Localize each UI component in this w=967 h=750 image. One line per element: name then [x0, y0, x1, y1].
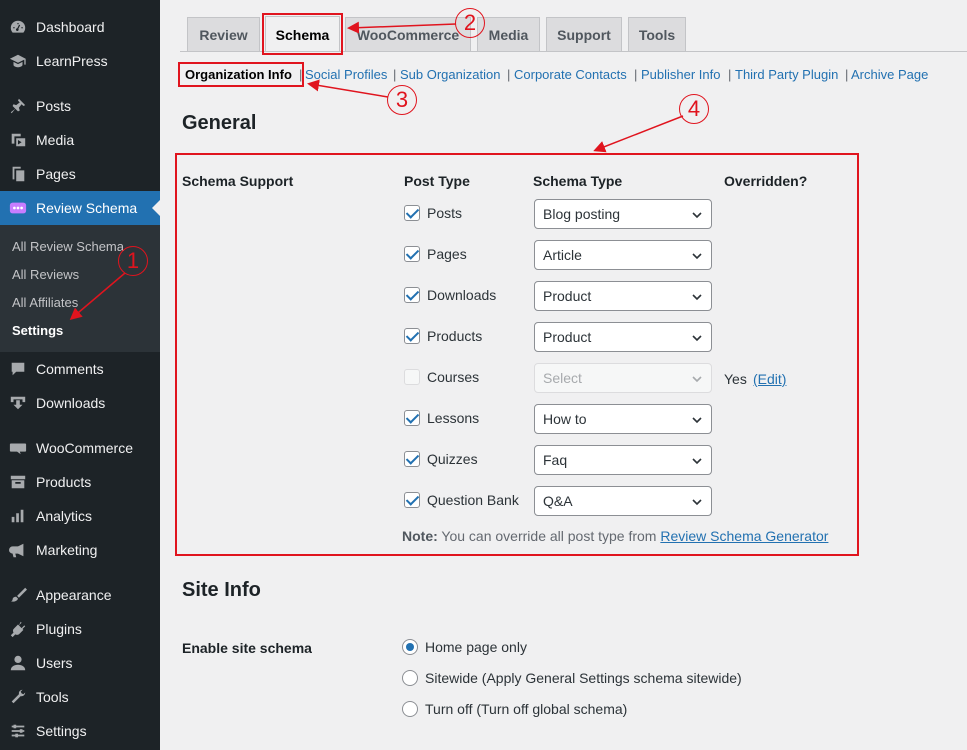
subtab-corporate-contacts[interactable]: Corporate Contacts: [514, 67, 627, 82]
comment-icon: [8, 359, 28, 379]
subtab-social-profiles[interactable]: Social Profiles: [305, 67, 387, 82]
arrow-4: [593, 115, 684, 153]
woo-icon: [8, 438, 28, 458]
annotation-marker-4: 4: [679, 94, 709, 124]
site-info-heading: Site Info: [182, 579, 261, 601]
enable-site-schema-label: Enable site schema: [182, 640, 312, 656]
radio-home-page-only[interactable]: [402, 639, 418, 655]
tab-support[interactable]: Support: [546, 17, 622, 51]
menu-posts[interactable]: Posts: [0, 89, 160, 123]
subtab-third-party-plugin[interactable]: Third Party Plugin: [735, 67, 838, 82]
review-schema-icon: [8, 198, 28, 218]
menu-products[interactable]: Products: [0, 465, 160, 499]
menu-analytics[interactable]: Analytics: [0, 499, 160, 533]
annotation-box-organization-info: [178, 62, 304, 87]
menu-label: Pages: [36, 166, 76, 182]
subtab-separator: |: [634, 67, 638, 82]
subtab-publisher-info[interactable]: Publisher Info: [641, 67, 721, 82]
menu-pages[interactable]: Pages: [0, 157, 160, 191]
annotation-box-schema-tab: [262, 13, 343, 55]
menu-label: LearnPress: [36, 53, 108, 69]
menu-label: Dashboard: [36, 19, 105, 35]
menu-label: Review Schema: [36, 200, 138, 216]
annotation-marker-3: 3: [387, 85, 417, 115]
menu-dashboard[interactable]: Dashboard: [0, 10, 160, 44]
radio-label: Sitewide (Apply General Settings schema …: [425, 670, 742, 686]
menu-label: Posts: [36, 98, 72, 114]
menu-downloads[interactable]: Downloads: [0, 386, 160, 420]
menu-tools[interactable]: Tools: [0, 680, 160, 714]
annotation-marker-2: 2: [455, 8, 485, 38]
submenu-settings[interactable]: Settings: [12, 323, 63, 338]
menu-settings[interactable]: Settings: [0, 714, 160, 748]
annotation-box-general: [175, 153, 859, 556]
menu-review-schema[interactable]: Review Schema: [0, 191, 160, 225]
graduation-cap-icon: [8, 51, 28, 71]
menu-media[interactable]: Media: [0, 123, 160, 157]
admin-sidebar: Dashboard LearnPress Posts Media Pages R…: [0, 0, 160, 750]
subtab-separator: |: [507, 67, 511, 82]
menu-label: Downloads: [36, 395, 106, 411]
pin-icon: [8, 96, 28, 116]
dashboard-icon: [8, 17, 28, 37]
subtab-separator: |: [845, 67, 849, 82]
review-schema-submenu: All Review Schema All Reviews All Affili…: [0, 225, 160, 352]
menu-label: Media: [36, 132, 75, 148]
menu-label: Products: [36, 474, 92, 490]
pages-icon: [8, 164, 28, 184]
menu-plugins[interactable]: Plugins: [0, 612, 160, 646]
menu-learnpress[interactable]: LearnPress: [0, 44, 160, 78]
tab-media[interactable]: Media: [477, 17, 540, 51]
settings-icon: [8, 721, 28, 741]
radio-label: Turn off (Turn off global schema): [425, 701, 628, 717]
menu-label: Users: [36, 655, 73, 671]
submenu-all-review-schema[interactable]: All Review Schema: [12, 239, 124, 254]
menu-users[interactable]: Users: [0, 646, 160, 680]
subtab-separator: |: [393, 67, 397, 82]
menu-label: Tools: [36, 689, 69, 705]
archive-icon: [8, 472, 28, 492]
radio-sitewide[interactable]: [402, 670, 418, 686]
tab-woocommerce[interactable]: WooCommerce: [345, 17, 471, 51]
menu-marketing[interactable]: Marketing: [0, 533, 160, 567]
submenu-all-affiliates[interactable]: All Affiliates: [12, 295, 78, 310]
menu-label: Settings: [36, 723, 87, 739]
menu-label: Analytics: [36, 508, 93, 524]
radio-turn-off[interactable]: [402, 701, 418, 717]
menu-label: Appearance: [36, 587, 112, 603]
subtab-separator: |: [728, 67, 732, 82]
general-heading: General: [182, 112, 257, 134]
wrench-icon: [8, 687, 28, 707]
menu-woocommerce[interactable]: WooCommerce: [0, 431, 160, 465]
megaphone-icon: [8, 540, 28, 560]
user-icon: [8, 653, 28, 673]
submenu-all-reviews[interactable]: All Reviews: [12, 267, 79, 282]
plug-icon: [8, 619, 28, 639]
brush-icon: [8, 585, 28, 605]
bar-chart-icon: [8, 506, 28, 526]
subtab-sub-organization[interactable]: Sub Organization: [400, 67, 500, 82]
menu-comments[interactable]: Comments: [0, 352, 160, 386]
download-icon: [8, 393, 28, 413]
menu-label: Comments: [36, 361, 104, 377]
media-icon: [8, 130, 28, 150]
tab-review[interactable]: Review: [187, 17, 260, 51]
menu-label: WooCommerce: [36, 440, 133, 456]
arrow-3: [307, 79, 389, 98]
menu-label: Marketing: [36, 542, 98, 558]
subtab-archive-page[interactable]: Archive Page: [851, 67, 928, 82]
menu-label: Plugins: [36, 621, 82, 637]
tab-tools[interactable]: Tools: [628, 17, 686, 51]
annotation-marker-1: 1: [118, 246, 148, 276]
radio-label: Home page only: [425, 639, 527, 655]
menu-appearance[interactable]: Appearance: [0, 578, 160, 612]
